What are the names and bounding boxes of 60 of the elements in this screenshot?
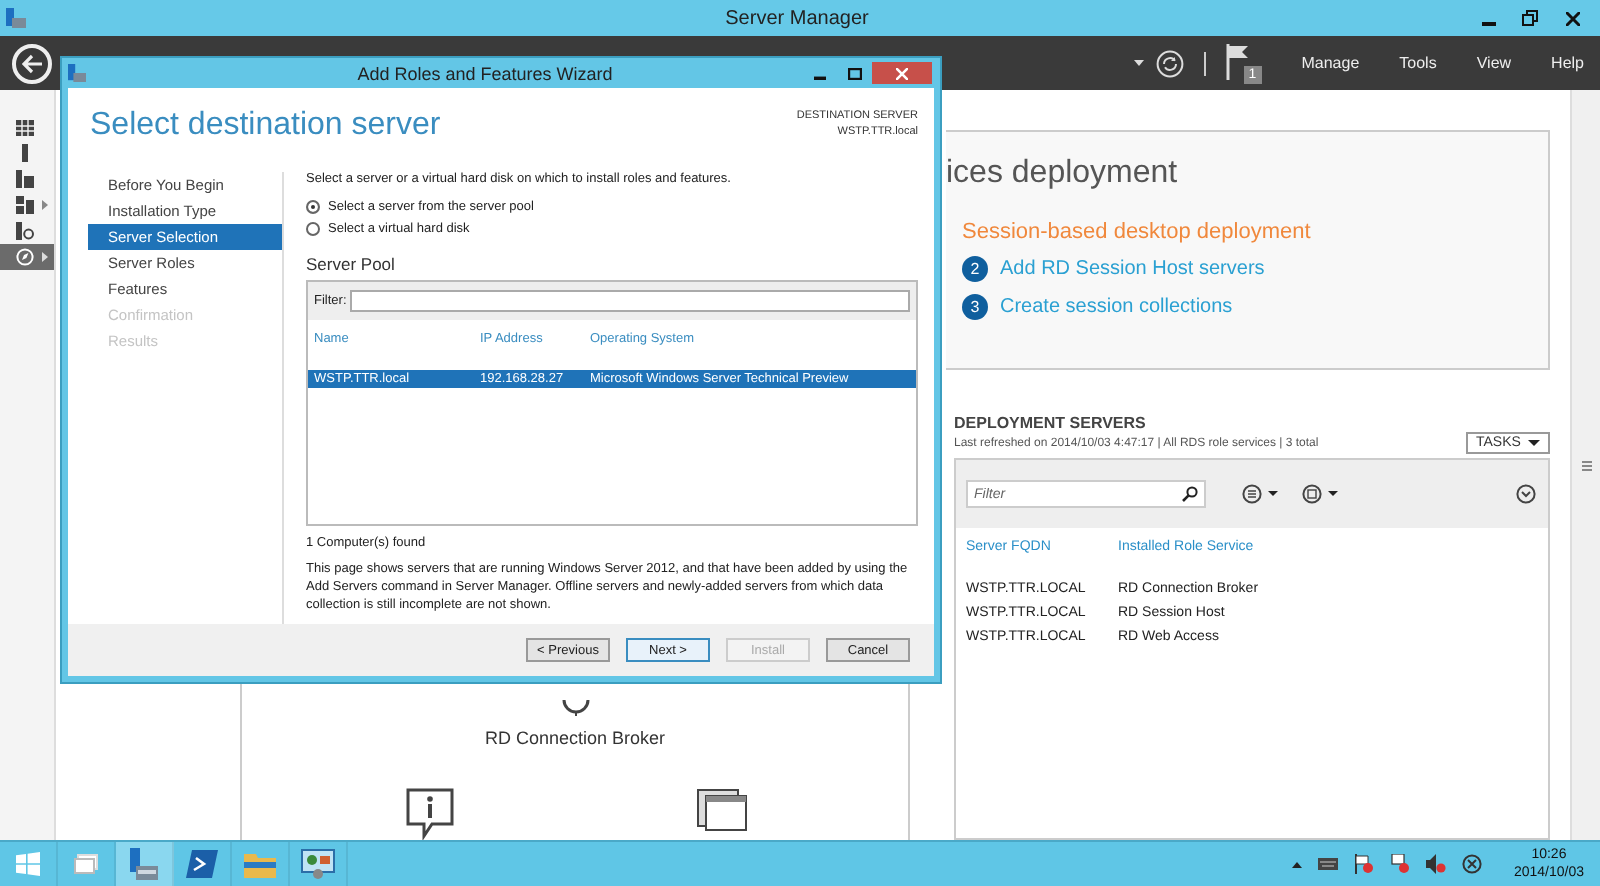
back-arrow-icon bbox=[21, 53, 43, 73]
restore-icon bbox=[1522, 10, 1538, 26]
server-icon bbox=[16, 144, 34, 162]
filter-field[interactable] bbox=[350, 290, 910, 312]
storage-icon bbox=[16, 196, 34, 214]
window-title: Add Roles and Features Wizard bbox=[355, 63, 615, 83]
flag-icon[interactable] bbox=[1225, 43, 1250, 79]
search-icon bbox=[1182, 486, 1198, 502]
menu-item[interactable]: Tools bbox=[1399, 54, 1437, 72]
flag-error-icon[interactable] bbox=[1353, 854, 1374, 874]
menu-item[interactable]: Help bbox=[1551, 54, 1584, 72]
back-button[interactable] bbox=[12, 43, 52, 83]
step-number: 3 bbox=[962, 294, 988, 320]
server-gear-icon bbox=[16, 222, 34, 240]
windows-icon bbox=[74, 854, 98, 874]
expand-icon[interactable] bbox=[1516, 484, 1536, 504]
close-button[interactable] bbox=[872, 62, 932, 84]
window-icon bbox=[695, 788, 747, 832]
refresh-icon[interactable] bbox=[1155, 49, 1184, 77]
compass-icon bbox=[16, 248, 34, 266]
expand-arrow-icon[interactable] bbox=[42, 200, 48, 210]
taskbar-app[interactable] bbox=[116, 842, 174, 886]
section-title: Server Pool bbox=[306, 254, 397, 274]
close-icon bbox=[896, 67, 908, 79]
grid-icon bbox=[16, 119, 34, 135]
scroll-thumb-icon[interactable] bbox=[1581, 459, 1591, 471]
close-icon bbox=[1565, 11, 1579, 25]
server-toolbox-icon bbox=[128, 847, 160, 881]
error-circle-icon[interactable] bbox=[1461, 854, 1482, 874]
caret-icon bbox=[1528, 440, 1540, 446]
speaker-muted-icon[interactable] bbox=[1425, 854, 1446, 874]
role-label: RD Connection Broker bbox=[484, 728, 666, 748]
section-title: DEPLOYMENT SERVERS bbox=[954, 414, 1148, 432]
maximize-icon bbox=[847, 67, 861, 79]
servers-icon bbox=[16, 170, 34, 188]
network-error-icon[interactable] bbox=[1389, 854, 1410, 874]
caret-up-icon[interactable] bbox=[1291, 861, 1302, 867]
list-options-icon[interactable] bbox=[1242, 484, 1282, 504]
window-title: Server Manager bbox=[723, 7, 871, 29]
control-panel-icon bbox=[300, 848, 336, 880]
panel-title: ices deployment bbox=[946, 156, 1180, 192]
radio-button[interactable] bbox=[306, 200, 320, 214]
sidebar-item[interactable] bbox=[0, 244, 54, 270]
caret-icon[interactable] bbox=[1133, 60, 1144, 66]
step-number: 2 bbox=[962, 256, 988, 282]
save-options-icon[interactable] bbox=[1302, 484, 1342, 504]
folder-icon bbox=[244, 850, 276, 878]
menu-item[interactable]: Manage bbox=[1301, 54, 1360, 72]
app-icon bbox=[6, 8, 26, 28]
page-heading: Select destination server bbox=[90, 108, 441, 146]
keyboard-icon[interactable] bbox=[1317, 858, 1338, 870]
windows-logo-icon bbox=[16, 852, 40, 876]
deployment-type: Session-based desktop deployment bbox=[962, 220, 1313, 244]
terminal-icon bbox=[186, 850, 218, 878]
menu-item[interactable]: View bbox=[1476, 54, 1512, 72]
app-icon bbox=[68, 64, 86, 82]
expand-arrow-icon[interactable] bbox=[42, 252, 48, 262]
radio-button[interactable] bbox=[306, 222, 320, 236]
separator-icon bbox=[1203, 51, 1206, 75]
scrollbar[interactable] bbox=[1570, 90, 1600, 840]
